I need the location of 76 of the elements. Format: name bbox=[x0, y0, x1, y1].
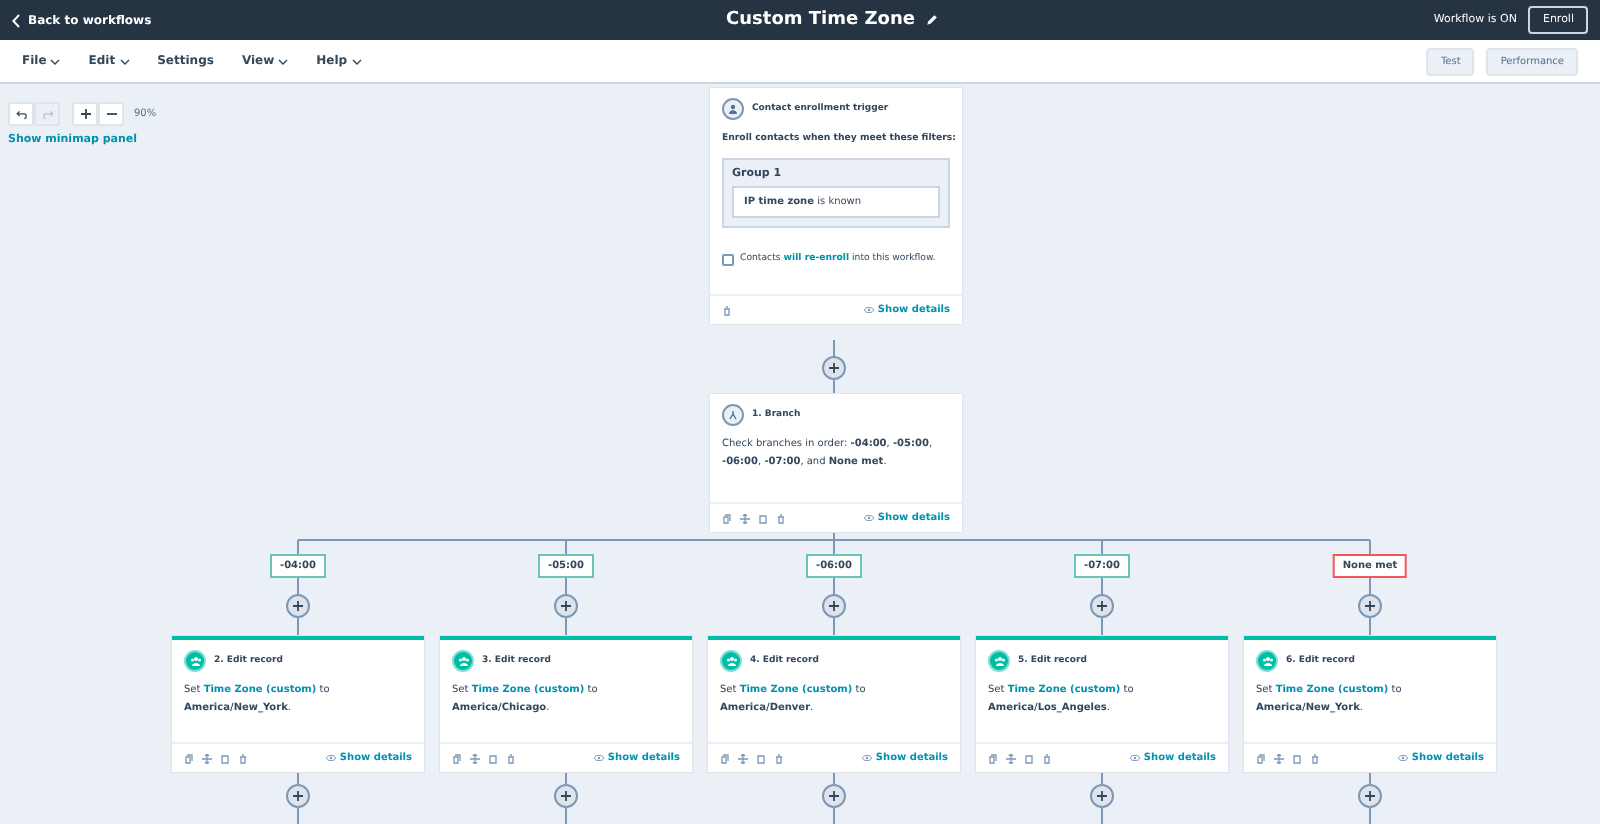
trash-icon[interactable] bbox=[1310, 753, 1320, 763]
move-icon[interactable] bbox=[470, 753, 480, 763]
undo-button[interactable] bbox=[8, 102, 34, 126]
minus-icon bbox=[105, 108, 117, 120]
move-icon[interactable] bbox=[738, 753, 748, 763]
pencil-icon[interactable] bbox=[926, 14, 939, 26]
plus-icon bbox=[1364, 790, 1376, 802]
plus-icon bbox=[79, 108, 91, 120]
chevron-left-icon bbox=[12, 13, 20, 27]
add-step-button[interactable] bbox=[822, 784, 846, 808]
workflow-title: Custom Time Zone bbox=[726, 10, 915, 30]
people-icon bbox=[993, 656, 1005, 666]
eye-icon bbox=[1397, 754, 1408, 762]
eye-icon bbox=[863, 306, 874, 314]
person-icon bbox=[728, 104, 738, 114]
clone-icon[interactable] bbox=[1024, 753, 1034, 763]
zoom-out-button[interactable] bbox=[98, 102, 124, 126]
plus-icon bbox=[1364, 600, 1376, 612]
plus-icon bbox=[828, 362, 840, 374]
trash-icon[interactable] bbox=[722, 305, 732, 315]
reenroll-checkbox[interactable] bbox=[722, 253, 734, 265]
add-step-button[interactable] bbox=[1090, 594, 1114, 618]
people-icon bbox=[189, 656, 201, 666]
move-icon[interactable] bbox=[1274, 753, 1284, 763]
move-icon[interactable] bbox=[202, 753, 212, 763]
eye-icon bbox=[861, 754, 872, 762]
copy-icon[interactable] bbox=[720, 753, 730, 763]
add-step-button[interactable] bbox=[822, 594, 846, 618]
people-icon bbox=[457, 656, 469, 666]
add-step-button[interactable] bbox=[1358, 784, 1382, 808]
trash-icon[interactable] bbox=[774, 753, 784, 763]
plus-icon bbox=[1096, 790, 1108, 802]
add-step-button[interactable] bbox=[286, 784, 310, 808]
plus-icon bbox=[828, 600, 840, 612]
redo-icon bbox=[41, 109, 53, 119]
add-step-button[interactable] bbox=[1090, 784, 1114, 808]
add-step-button[interactable] bbox=[554, 594, 578, 618]
trash-icon[interactable] bbox=[238, 753, 248, 763]
copy-icon[interactable] bbox=[184, 753, 194, 763]
clone-icon[interactable] bbox=[758, 513, 768, 523]
copy-icon[interactable] bbox=[452, 753, 462, 763]
caret-icon bbox=[278, 57, 289, 65]
eye-icon bbox=[325, 754, 336, 762]
plus-icon bbox=[560, 790, 572, 802]
copy-icon[interactable] bbox=[1256, 753, 1266, 763]
people-icon bbox=[725, 656, 737, 666]
caret-icon bbox=[351, 57, 362, 65]
zoom-in-button[interactable] bbox=[72, 102, 98, 126]
plus-icon bbox=[292, 600, 304, 612]
caret-icon bbox=[119, 57, 130, 65]
plus-icon bbox=[828, 790, 840, 802]
copy-icon[interactable] bbox=[722, 513, 732, 523]
trash-icon[interactable] bbox=[1042, 753, 1052, 763]
add-step-button[interactable] bbox=[554, 784, 578, 808]
clone-icon[interactable] bbox=[488, 753, 498, 763]
undo-icon bbox=[15, 109, 27, 119]
move-icon[interactable] bbox=[1006, 753, 1016, 763]
people-icon bbox=[1261, 656, 1273, 666]
plus-icon bbox=[1096, 600, 1108, 612]
branch-icon bbox=[728, 410, 738, 420]
caret-icon bbox=[50, 57, 61, 65]
eye-icon bbox=[593, 754, 604, 762]
trash-icon[interactable] bbox=[776, 513, 786, 523]
clone-icon[interactable] bbox=[220, 753, 230, 763]
clone-icon[interactable] bbox=[756, 753, 766, 763]
add-step-button[interactable] bbox=[822, 356, 846, 380]
plus-icon bbox=[292, 790, 304, 802]
move-icon[interactable] bbox=[740, 513, 750, 523]
add-step-button[interactable] bbox=[286, 594, 310, 618]
copy-icon[interactable] bbox=[988, 753, 998, 763]
clone-icon[interactable] bbox=[1292, 753, 1302, 763]
add-step-button[interactable] bbox=[1358, 594, 1382, 618]
eye-icon bbox=[1129, 754, 1140, 762]
eye-icon bbox=[863, 514, 874, 522]
plus-icon bbox=[560, 600, 572, 612]
trash-icon[interactable] bbox=[506, 753, 516, 763]
